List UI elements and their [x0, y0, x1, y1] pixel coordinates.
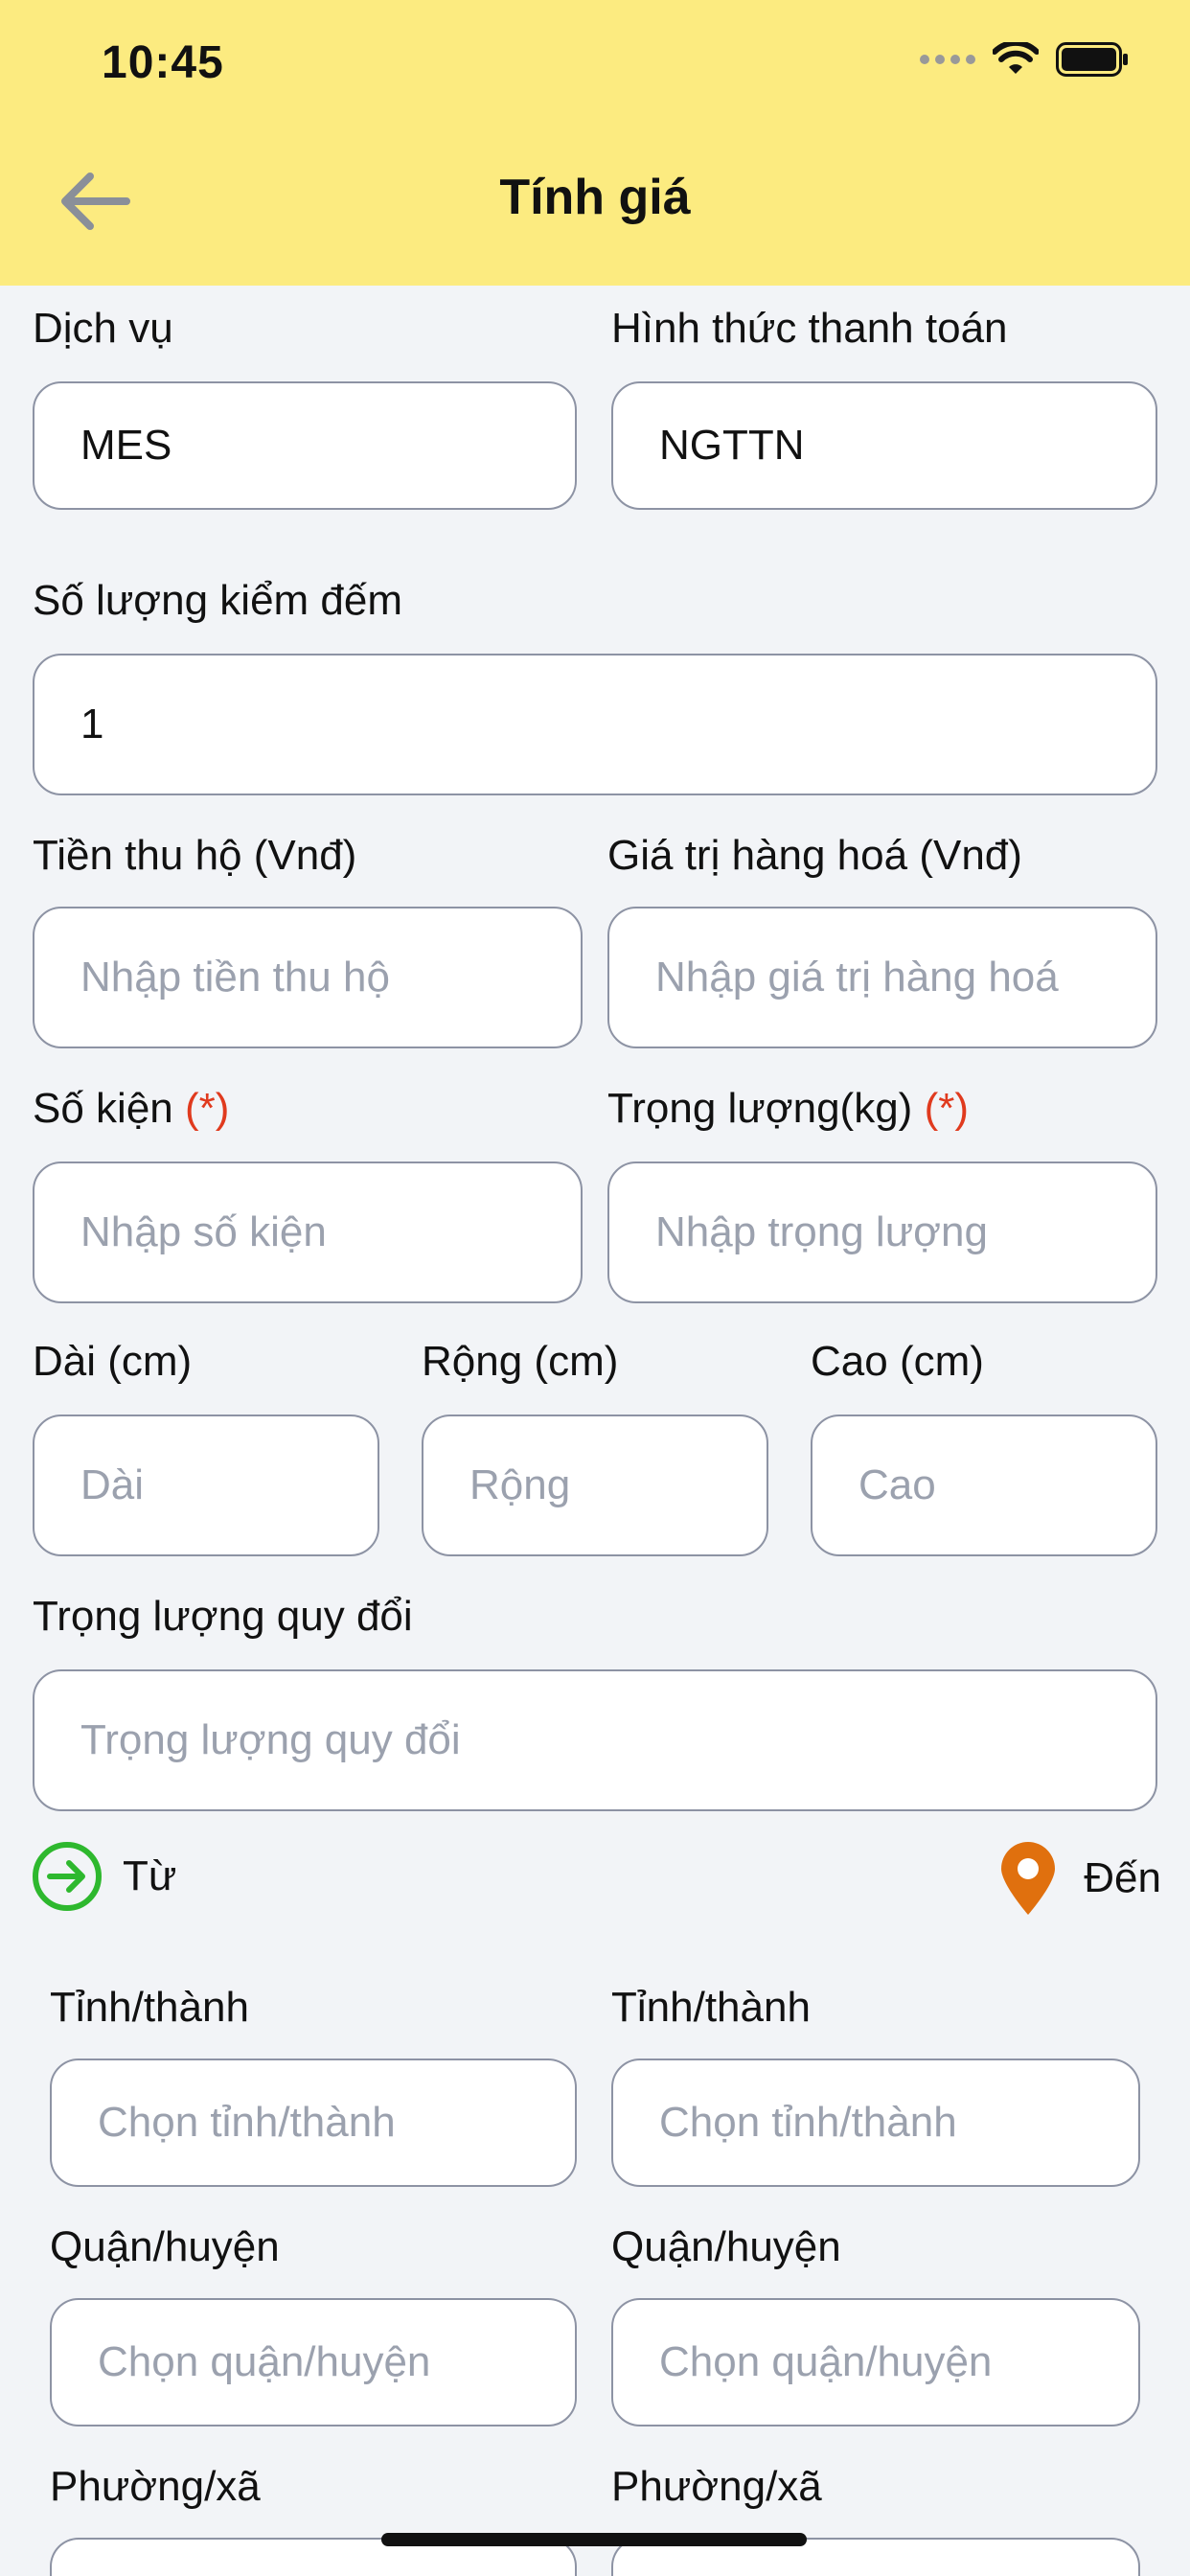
status-time: 10:45	[102, 37, 224, 88]
converted-weight-input[interactable]: Trọng lượng quy đổi	[33, 1669, 1157, 1811]
count-check-input[interactable]: 1	[33, 654, 1157, 795]
home-indicator	[381, 2533, 807, 2546]
height-label: Cao (cm)	[811, 1338, 984, 1385]
from-ward-label: Phường/xã	[50, 2463, 261, 2510]
count-check-label: Số lượng kiểm đếm	[33, 577, 403, 624]
from-province-select[interactable]: Chọn tỉnh/thành	[50, 2058, 577, 2187]
goods-value-input[interactable]: Nhập giá trị hàng hoá	[607, 907, 1157, 1048]
to-province-label: Tỉnh/thành	[611, 1984, 811, 2031]
converted-weight-label: Trọng lượng quy đổi	[33, 1593, 413, 1640]
payment-field[interactable]: NGTTN	[611, 381, 1157, 510]
to-ward-label: Phường/xã	[611, 2463, 822, 2510]
weight-input[interactable]: Nhập trọng lượng	[607, 1162, 1157, 1303]
service-field[interactable]: MES	[33, 381, 577, 510]
goods-value-label: Giá trị hàng hoá (Vnđ)	[607, 832, 1022, 879]
wifi-icon	[993, 42, 1039, 74]
from-province-label: Tỉnh/thành	[50, 1984, 249, 2031]
packages-label: Số kiện (*)	[33, 1085, 230, 1132]
width-input[interactable]: Rộng	[422, 1414, 768, 1556]
to-district-select[interactable]: Chọn quận/huyện	[611, 2298, 1140, 2426]
page-title: Tính giá	[499, 170, 691, 225]
packages-input[interactable]: Nhập số kiện	[33, 1162, 583, 1303]
to-province-select[interactable]: Chọn tỉnh/thành	[611, 2058, 1140, 2187]
status-icons	[920, 42, 1129, 77]
payment-label: Hình thức thanh toán	[611, 305, 1008, 352]
cellular-signal-icon	[920, 55, 975, 64]
from-section: Từ	[31, 1840, 176, 1913]
weight-label: Trọng lượng(kg) (*)	[607, 1085, 970, 1132]
to-section: Đến	[997, 1840, 1161, 1917]
arrow-right-circle-icon	[33, 1842, 102, 1911]
length-label: Dài (cm)	[33, 1338, 193, 1385]
battery-icon	[1056, 42, 1128, 77]
from-district-label: Quận/huyện	[50, 2223, 280, 2270]
service-label: Dịch vụ	[33, 305, 173, 352]
length-input[interactable]: Dài	[33, 1414, 379, 1556]
cod-label: Tiền thu hộ (Vnđ)	[33, 832, 357, 879]
route-header: Từ Đến	[31, 1840, 1161, 1917]
from-district-select[interactable]: Chọn quận/huyện	[50, 2298, 577, 2426]
location-pin-icon	[1001, 1842, 1056, 1915]
from-label: Từ	[123, 1852, 177, 1899]
width-label: Rộng (cm)	[422, 1338, 619, 1385]
cod-input[interactable]: Nhập tiền thu hộ	[33, 907, 583, 1048]
header: 10:45 Tính giá	[0, 0, 1190, 286]
to-label: Đến	[1084, 1854, 1161, 1901]
to-district-label: Quận/huyện	[611, 2223, 841, 2270]
height-input[interactable]: Cao	[811, 1414, 1157, 1556]
